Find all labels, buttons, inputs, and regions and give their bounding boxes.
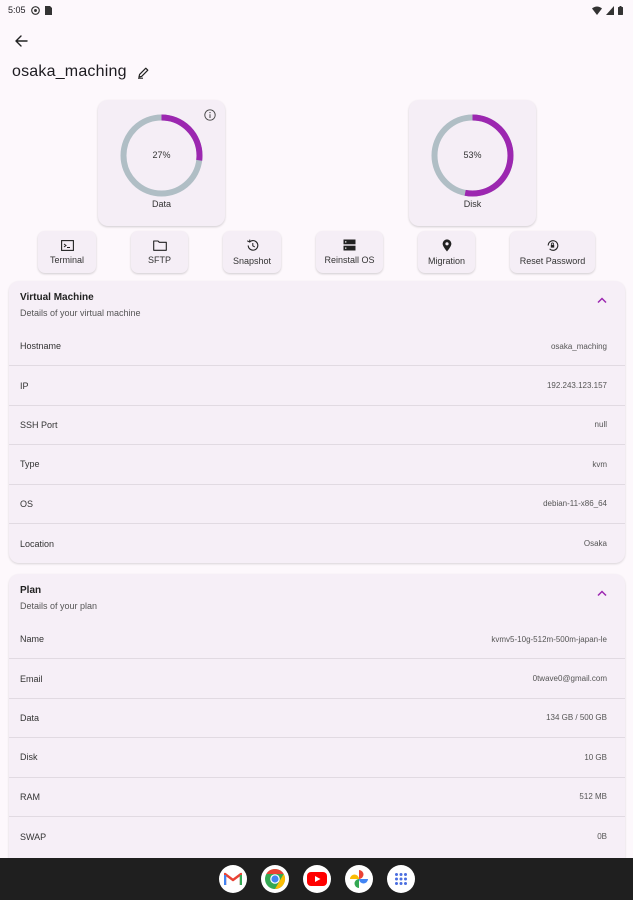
folder-icon (152, 239, 167, 251)
plan-row-ram: RAM 512 MB (9, 778, 625, 817)
terminal-icon (60, 239, 74, 251)
storage-icon (343, 239, 356, 251)
app-drawer-icon[interactable] (386, 865, 415, 893)
virtual-machine-subtitle: Details of your virtual machine (20, 308, 141, 318)
sim-card-icon (44, 5, 52, 15)
terminal-label: Terminal (49, 254, 84, 265)
plan-row-name: Name kvmv5-10g-512m-500m-japan-le (9, 620, 625, 660)
virtual-machine-card: Virtual Machine Details of your virtual … (9, 281, 625, 564)
plan-subtitle: Details of your plan (20, 601, 98, 611)
chrome-icon[interactable] (260, 865, 289, 893)
edit-icon[interactable] (137, 66, 150, 79)
row-value: debian-11-x86_64 (543, 499, 607, 509)
back-button[interactable] (10, 30, 32, 52)
battery-icon (618, 5, 623, 15)
data-usage-label: Data (151, 199, 171, 209)
reinstall-os-label: Reinstall OS (324, 255, 375, 265)
vm-row-os: OS debian-11-x86_64 (9, 485, 625, 524)
status-bar: 5:05 (0, 0, 633, 20)
data-usage-card: 27% Data (98, 100, 225, 226)
arrow-back-icon (15, 35, 28, 47)
vm-row-ssh-port: SSH Port null (9, 406, 625, 446)
disk-usage-percent: 53% (463, 150, 482, 160)
sftp-label: SFTP (147, 254, 171, 265)
reinstall-os-button[interactable]: Reinstall OS (316, 231, 383, 273)
row-value: null (594, 420, 607, 430)
row-label: IP (20, 380, 29, 391)
row-label: Hostname (20, 341, 62, 352)
chevron-up-icon[interactable] (597, 297, 607, 304)
location-pin-icon (442, 238, 451, 251)
gmail-icon[interactable] (218, 865, 247, 893)
plan-row-data: Data 134 GB / 500 GB (9, 699, 625, 739)
disk-usage-label: Disk (463, 199, 482, 209)
row-value: Osaka (583, 539, 607, 549)
row-value: 0B (597, 832, 607, 842)
youtube-icon[interactable] (302, 865, 331, 893)
row-label: Location (20, 538, 55, 549)
vm-row-hostname: Hostname osaka_maching (9, 327, 625, 367)
row-value: 512 MB (579, 792, 607, 802)
vm-row-type: Type kvm (9, 445, 625, 485)
history-icon (246, 239, 258, 251)
page-title: osaka_maching (12, 63, 127, 80)
row-value: kvm (592, 459, 607, 469)
vm-row-location: Location Osaka (9, 524, 625, 563)
wifi-icon (592, 6, 602, 15)
app-dock (0, 858, 633, 900)
row-value: 192.243.123.157 (546, 381, 607, 391)
plan-title: Plan (20, 585, 42, 596)
plan-row-email: Email 0twave0@gmail.com (9, 659, 625, 699)
notification-icon (30, 5, 40, 15)
photos-icon[interactable] (344, 865, 373, 893)
row-label: Type (20, 459, 40, 470)
row-value: 0twave0@gmail.com (532, 674, 607, 684)
row-label: RAM (20, 791, 40, 802)
info-icon[interactable] (204, 109, 216, 121)
data-usage-percent: 27% (152, 150, 171, 160)
row-label: SSH Port (20, 419, 58, 430)
virtual-machine-header[interactable]: Virtual Machine Details of your virtual … (9, 281, 625, 327)
signal-icon (606, 5, 614, 15)
row-label: Email (20, 673, 43, 684)
sftp-button[interactable]: SFTP (131, 231, 188, 273)
lock-reset-icon (547, 239, 559, 251)
row-label: Data (20, 712, 40, 723)
disk-usage-card: 53% Disk (409, 100, 536, 226)
migration-button[interactable]: Migration (418, 231, 475, 273)
title-row: osaka_maching (12, 63, 150, 81)
virtual-machine-title: Virtual Machine (20, 292, 94, 303)
row-label: OS (20, 498, 34, 509)
terminal-button[interactable]: Terminal (38, 231, 96, 273)
snapshot-button[interactable]: Snapshot (223, 231, 281, 273)
plan-row-swap: SWAP 0B (9, 817, 625, 856)
migration-label: Migration (427, 255, 465, 266)
plan-card: Plan Details of your plan Name kvmv5-10g-… (9, 574, 625, 858)
row-value: 134 GB / 500 GB (546, 713, 607, 723)
row-label: Disk (20, 752, 38, 763)
row-value: osaka_maching (550, 341, 607, 351)
vm-row-ip: IP 192.243.123.157 (9, 366, 625, 406)
plan-header[interactable]: Plan Details of your plan (9, 574, 625, 620)
row-label: Name (20, 634, 45, 645)
row-label: SWAP (20, 831, 47, 842)
reset-password-label: Reset Password (519, 255, 586, 266)
chevron-up-icon[interactable] (597, 590, 607, 597)
snapshot-label: Snapshot (232, 255, 272, 266)
reset-password-button[interactable]: Reset Password (510, 231, 595, 273)
row-value: 10 GB (584, 752, 607, 762)
status-time: 5:05 (8, 5, 26, 15)
plan-row-disk: Disk 10 GB (9, 738, 625, 778)
row-value: kvmv5-10g-512m-500m-japan-le (491, 634, 607, 644)
